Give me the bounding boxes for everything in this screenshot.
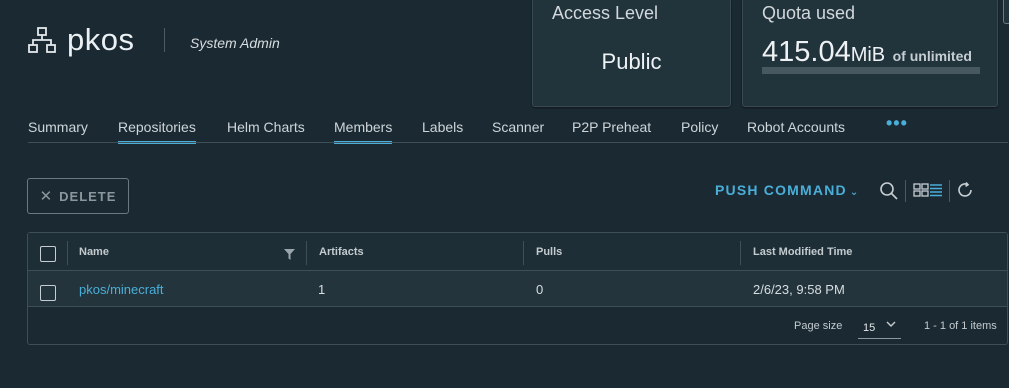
pulls-count: 0 [536,282,544,297]
quota-unit: MiB [850,44,886,66]
list-view-icon[interactable] [929,183,943,197]
tabs-underline [28,142,1008,143]
page-size-label: Page size [794,320,843,332]
column-separator [306,241,307,265]
more-tabs-button[interactable]: ••• [886,113,908,134]
repository-name-link[interactable]: pkos/minecraft [79,282,164,297]
quota-progress-bar [762,67,980,74]
access-level-value: Public [601,49,662,74]
tab-labels[interactable]: Labels [422,119,463,135]
table-header: Name Artifacts Pulls Last Modified Time [28,233,1007,271]
page-size-select[interactable]: 15 [858,317,901,339]
select-all-checkbox[interactable] [40,246,56,262]
artifacts-count: 1 [318,282,326,297]
pagination-summary: 1 - 1 of 1 items [924,320,997,332]
close-icon: ✕ [39,188,54,205]
tab-repositories[interactable]: Repositories [118,119,196,144]
column-separator [523,241,524,265]
repositories-table: Name Artifacts Pulls Last Modified Time … [27,232,1008,345]
row-checkbox[interactable] [40,285,56,301]
quota-limit-label: of unlimited [892,48,972,64]
tab-robot-accounts[interactable]: Robot Accounts [747,119,845,135]
tab-helm-charts[interactable]: Helm Charts [227,119,305,135]
filter-icon[interactable] [284,249,295,260]
project-tabs: Summary Repositories Helm Charts Members… [28,111,1008,144]
column-header-pulls[interactable]: Pulls [536,246,562,258]
tab-summary[interactable]: Summary [28,119,88,135]
push-command-dropdown[interactable]: PUSH COMMAND ⌄ [715,182,859,198]
page-size-value: 15 [863,322,876,334]
refresh-icon[interactable] [956,181,974,199]
delete-button[interactable]: ✕ DELETE [27,178,129,214]
user-role: System Admin [190,35,280,51]
chevron-down-icon: ⌄ [849,187,860,198]
push-command-label: PUSH COMMAND [715,182,847,198]
toolbar-divider-2 [949,180,950,202]
title-divider [164,28,165,52]
last-modified-time: 2/6/23, 9:58 PM [753,282,845,297]
tab-members[interactable]: Members [334,119,393,144]
column-separator [740,241,741,265]
quota-title: Quota used [762,3,856,23]
card-edge [1003,0,1009,24]
chevron-down-icon [886,321,896,327]
project-icon [28,27,56,53]
column-header-last-modified[interactable]: Last Modified Time [753,246,852,258]
tab-policy[interactable]: Policy [681,119,718,135]
toolbar-divider [905,180,906,202]
table-footer: Page size 15 1 - 1 of 1 items [28,307,1007,345]
tab-p2p-preheat[interactable]: P2P Preheat [572,119,651,135]
tab-scanner[interactable]: Scanner [492,119,544,135]
quota-value: 415.04MiB of unlimited [762,36,972,69]
column-header-name[interactable]: Name [79,246,109,258]
quota-card: Quota used 415.04MiB of unlimited [742,0,998,107]
column-header-artifacts[interactable]: Artifacts [319,246,364,258]
table-row[interactable]: pkos/minecraft 1 0 2/6/23, 9:58 PM [28,271,1007,307]
search-icon[interactable] [879,181,899,201]
project-name: pkos [67,22,135,57]
column-separator [67,241,68,265]
card-view-icon[interactable] [913,183,929,197]
delete-label: DELETE [59,188,117,204]
access-level-title: Access Level [552,3,659,23]
quota-number: 415.04 [762,36,851,68]
access-level-card: Access Level Public [532,0,731,107]
